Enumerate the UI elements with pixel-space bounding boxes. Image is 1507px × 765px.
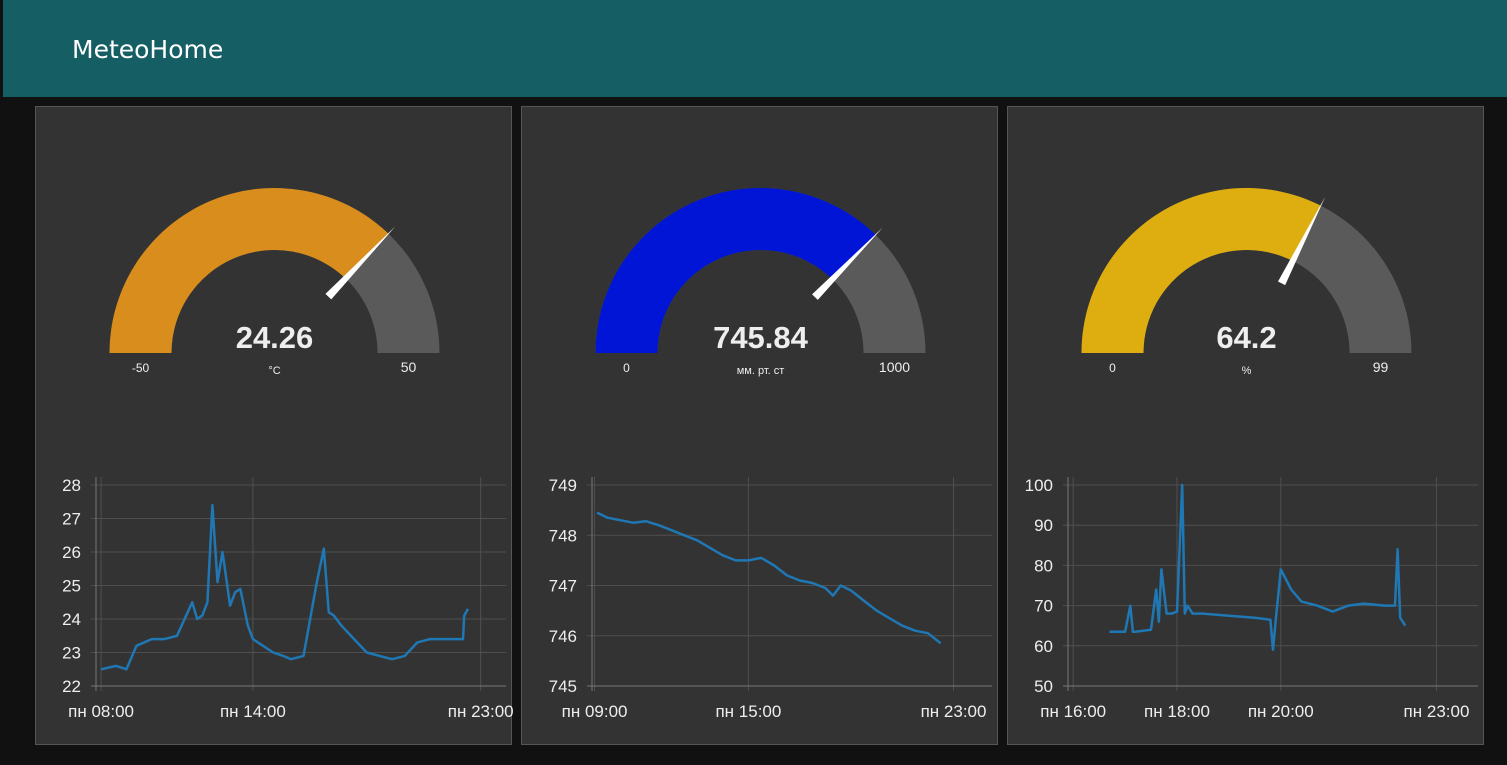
gauge-value: 24.26 (236, 320, 314, 355)
y-tick-label: 745 (549, 677, 577, 696)
x-tick-label: пн 23:00 (921, 702, 987, 721)
x-tick-label: пн 18:00 (1144, 702, 1210, 721)
gauge-unit: % (1242, 365, 1252, 377)
series-line (596, 511, 942, 645)
gauge-value: 745.84 (713, 320, 809, 355)
gauge-min-label: -50 (132, 361, 150, 375)
x-tick-label: пн 09:00 (562, 702, 628, 721)
y-tick-label: 746 (549, 627, 577, 646)
pressure-widget: Pressure 745.84мм. рт. ст01000 745746747… (521, 106, 998, 745)
y-tick-label: 748 (549, 526, 577, 545)
y-tick-label: 60 (1034, 637, 1053, 656)
gauge-unit: мм. рт. ст (737, 365, 785, 377)
y-tick-label: 749 (549, 476, 577, 495)
y-tick-label: 747 (549, 577, 577, 596)
gauge-min-label: 0 (1109, 361, 1116, 375)
humidity-widget: Humidity 64.2%099 5060708090100пн 16:00п… (1007, 106, 1484, 745)
y-tick-label: 50 (1034, 677, 1053, 696)
pressure-gauge: 745.84 мм. рт. ст 0 1000 (595, 188, 926, 377)
gauge-min-label: 0 (623, 361, 630, 375)
y-tick-label: 70 (1034, 597, 1053, 616)
x-tick-label: пн 20:00 (1248, 702, 1314, 721)
y-tick-label: 27 (62, 510, 81, 529)
x-tick-label: пн 08:00 (68, 702, 134, 721)
y-tick-label: 25 (62, 577, 81, 596)
pressure-chart[interactable]: 745 746 747 748 749 пн 09:00 пн 15:00 пн 23:00 (522, 467, 999, 737)
y-tick-label: 24 (62, 610, 81, 629)
gauge-max-label: 1000 (879, 359, 910, 375)
y-tick-label: 26 (62, 543, 81, 562)
gauge-value: 64.2 (1216, 320, 1276, 355)
y-tick-label: 80 (1034, 556, 1053, 575)
x-tick-label: пн 14:00 (220, 702, 286, 721)
y-tick-label: 90 (1034, 516, 1053, 535)
gauge-max-label: 99 (1373, 359, 1389, 375)
x-tick-label: пн 23:00 (448, 702, 513, 721)
humidity-gauge: 64.2% 0 99 (1081, 187, 1412, 377)
y-tick-label: 100 (1025, 476, 1053, 495)
temperature-chart[interactable]: 22 23 24 25 26 27 28 пн 08:00 пн 14:00 пн 23:00 (36, 467, 513, 737)
y-tick-label: 22 (62, 677, 81, 696)
x-tick-label: пн 16:00 (1040, 702, 1106, 721)
humidity-chart[interactable]: 50 60 70 80 90 100 пн 16:00 пн 18:00 пн 20:00 пн … (1008, 467, 1485, 737)
app-header: MeteoHome (3, 0, 1507, 97)
y-tick-label: 28 (62, 476, 81, 495)
x-tick-label: пн 23:00 (1404, 702, 1470, 721)
app-title: MeteoHome (72, 35, 224, 64)
series-line (1109, 483, 1407, 652)
series-line (100, 503, 470, 671)
x-tick-label: пн 15:00 (715, 702, 781, 721)
temperature-gauge: 24.26 °C -50 50 (109, 188, 440, 377)
gauge-unit: °C (268, 365, 280, 377)
y-tick-label: 23 (62, 644, 81, 663)
gauge-max-label: 50 (401, 359, 417, 375)
temperature-widget: Temperature 24.26°C-5050 22232425262728п… (35, 106, 513, 745)
